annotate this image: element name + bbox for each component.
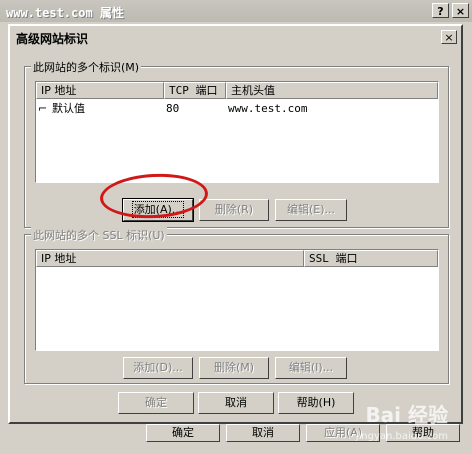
help-button[interactable]: 帮助(H) [278, 392, 354, 414]
edit-identity-button[interactable]: 编辑(E)... [275, 199, 347, 221]
dialog-close-icon[interactable]: × [441, 30, 457, 44]
parent-ok-button[interactable]: 确定 [146, 424, 220, 442]
remove-ssl-button[interactable]: 删除(M) [199, 357, 269, 379]
watermark-logo: Bai 经验 [365, 403, 448, 427]
cancel-button[interactable]: 取消 [198, 392, 274, 414]
close-icon[interactable]: × [452, 3, 469, 18]
add-ssl-button[interactable]: 添加(D)... [123, 357, 193, 379]
help-icon[interactable]: ? [432, 3, 449, 18]
identities-group-label: 此网站的多个标识(M) [31, 59, 142, 75]
dialog-title: 高级网站标识 [16, 32, 89, 46]
row-icon: ⌐ [38, 102, 48, 115]
cell-host: www.test.com [228, 102, 308, 115]
watermark-url: jingyan.baidu.com [355, 431, 448, 442]
ssl-identities-group: 此网站的多个 SSL 标识(U) IP 地址 SSL 端口 添加(D)... 删… [24, 227, 449, 384]
column-ip[interactable]: IP 地址 [36, 82, 164, 99]
edit-ssl-button[interactable]: 编辑(I)... [275, 357, 347, 379]
advanced-web-identity-dialog: 高级网站标识 × 此网站的多个标识(M) IP 地址 TCP 端口 主机头值 ⌐… [8, 24, 463, 424]
column-tcp-port[interactable]: TCP 端口 [164, 82, 226, 99]
parent-window-title: www.test.com 属性 [6, 6, 124, 20]
dialog-title-bar: 高级网站标识 × [12, 28, 459, 47]
identities-group: 此网站的多个标识(M) IP 地址 TCP 端口 主机头值 ⌐ 默认值 80 w… [24, 59, 449, 228]
ssl-column-port[interactable]: SSL 端口 [304, 250, 438, 267]
ssl-group-label: 此网站的多个 SSL 标识(U) [31, 227, 167, 243]
identities-listview[interactable]: IP 地址 TCP 端口 主机头值 ⌐ 默认值 80 www.test.com [35, 81, 439, 183]
parent-cancel-button[interactable]: 取消 [226, 424, 300, 442]
cell-port: 80 [166, 102, 180, 115]
column-host-header[interactable]: 主机头值 [226, 82, 438, 99]
parent-title-bar: www.test.com 属性 ? × [0, 0, 472, 22]
ssl-column-ip[interactable]: IP 地址 [36, 250, 304, 267]
ssl-listview[interactable]: IP 地址 SSL 端口 [35, 249, 439, 351]
ok-button[interactable]: 确定 [118, 392, 194, 414]
remove-identity-button[interactable]: 删除(R) [199, 199, 269, 221]
cell-ip: 默认值 [52, 102, 85, 115]
